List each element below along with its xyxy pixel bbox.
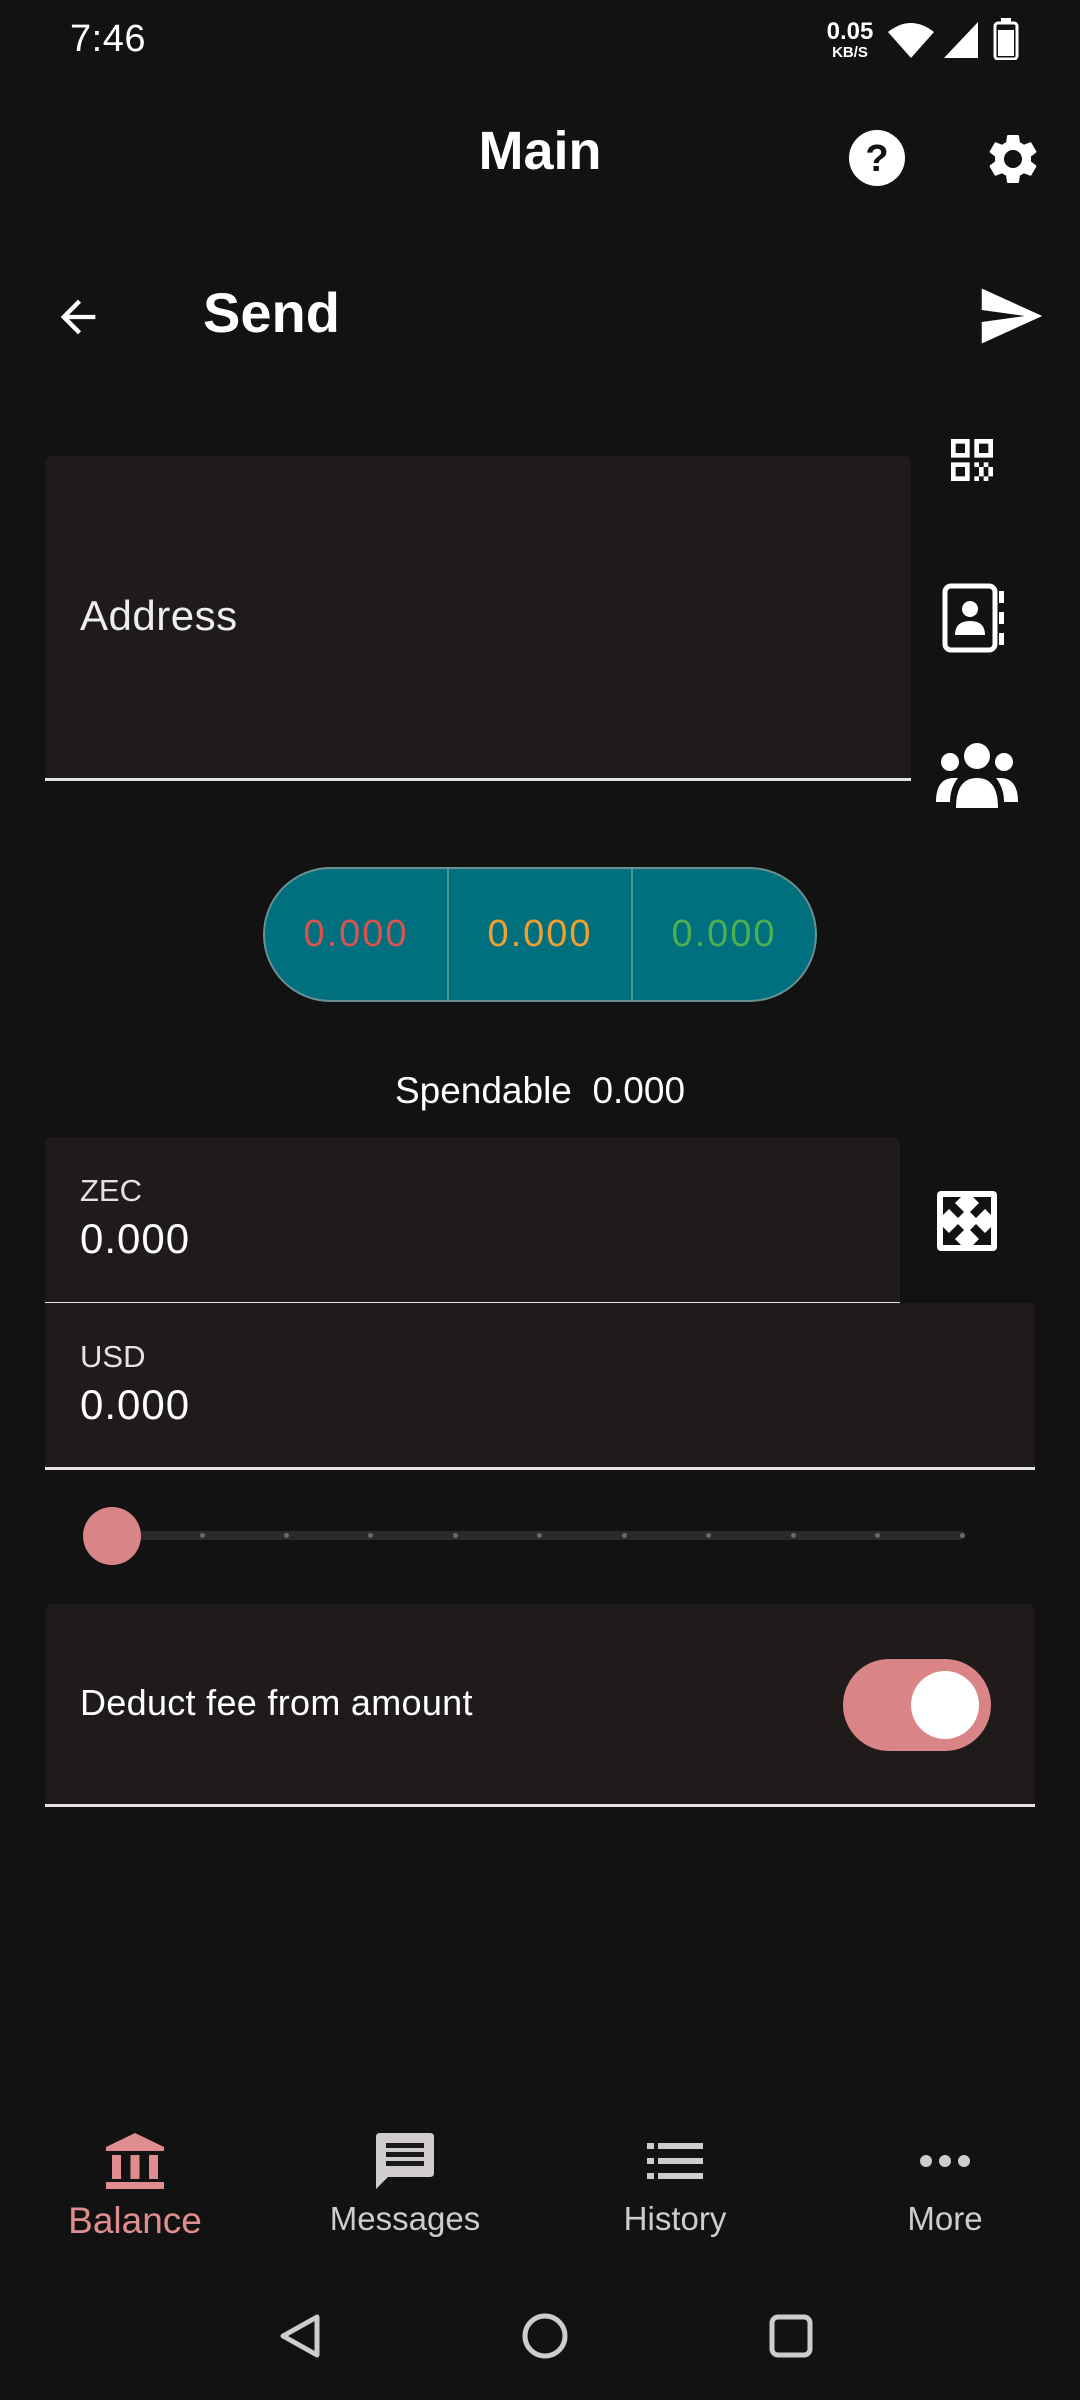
deduct-fee-label: Deduct fee from amount <box>80 1682 473 1723</box>
back-triangle-icon[interactable] <box>275 2311 325 2361</box>
pool-transparent-balance[interactable]: 0.000 <box>265 869 447 1000</box>
usd-label: USD <box>80 1339 146 1374</box>
slider-tick <box>791 1533 796 1538</box>
expand-arrows-icon[interactable] <box>935 1189 999 1253</box>
pool-orchard-balance[interactable]: 0.000 <box>631 869 815 1000</box>
network-speed-unit: KB/S <box>832 44 868 61</box>
usd-value[interactable]: 0.000 <box>80 1381 190 1429</box>
pool-balance-selector[interactable]: 0.000 0.000 0.000 <box>263 867 817 1002</box>
send-icon[interactable] <box>979 285 1045 347</box>
qr-code-icon[interactable] <box>944 432 1000 488</box>
slider-tick <box>284 1533 289 1538</box>
bank-icon <box>104 2130 166 2192</box>
nav-balance[interactable]: Balance <box>0 2130 270 2242</box>
slider-tick <box>537 1533 542 1538</box>
nav-more[interactable]: More <box>810 2130 1080 2238</box>
page-title: Send <box>203 281 340 344</box>
slider-tick <box>960 1533 965 1538</box>
wifi-icon <box>886 20 936 60</box>
zec-value[interactable]: 0.000 <box>80 1215 190 1263</box>
toggle-knob <box>911 1671 979 1739</box>
zec-amount-field[interactable]: ZEC 0.000 <box>45 1137 900 1305</box>
network-speed-value: 0.05 <box>826 18 874 45</box>
nav-history[interactable]: History <box>540 2130 810 2238</box>
network-speed: 0.05 KB/S <box>822 18 878 61</box>
more-horizontal-icon <box>914 2130 976 2192</box>
cell-signal-icon <box>942 20 980 60</box>
nav-messages-label: Messages <box>329 2200 481 2237</box>
list-icon <box>644 2130 706 2192</box>
deduct-fee-toggle[interactable] <box>843 1659 991 1751</box>
gear-icon[interactable] <box>983 129 1043 189</box>
nav-balance-label: Balance <box>68 2200 202 2241</box>
slider-tick <box>368 1533 373 1538</box>
contact-book-icon[interactable] <box>941 583 1007 653</box>
nav-history-label: History <box>623 2200 727 2237</box>
group-icon[interactable] <box>934 738 1020 812</box>
battery-icon <box>993 18 1019 60</box>
nav-messages[interactable]: Messages <box>270 2130 540 2238</box>
address-label: Address <box>80 592 238 639</box>
status-time: 7:46 <box>70 18 146 60</box>
spendable-value: 0.000 <box>592 1070 686 1111</box>
slider-tick <box>453 1533 458 1538</box>
pool-sapling-balance[interactable]: 0.000 <box>447 869 631 1000</box>
recents-square-icon[interactable] <box>766 2311 816 2361</box>
app-title: Main <box>478 121 602 181</box>
spendable-label: Spendable <box>394 1070 572 1111</box>
slider-tick <box>875 1533 880 1538</box>
nav-more-label: More <box>907 2200 983 2237</box>
slider-tick <box>622 1533 627 1538</box>
spendable-row: Spendable 0.000 <box>0 1070 1080 1112</box>
zec-label: ZEC <box>80 1173 142 1208</box>
arrow-left-icon[interactable] <box>52 291 104 343</box>
amount-slider-thumb[interactable] <box>83 1507 141 1565</box>
svg-text:?: ? <box>865 138 888 180</box>
home-circle-icon[interactable] <box>520 2311 570 2361</box>
slider-tick <box>706 1533 711 1538</box>
slider-tick <box>200 1533 205 1538</box>
help-circle-icon[interactable]: ? <box>848 129 906 187</box>
message-icon <box>374 2130 436 2192</box>
usd-amount-field[interactable]: USD 0.000 <box>45 1303 1035 1470</box>
